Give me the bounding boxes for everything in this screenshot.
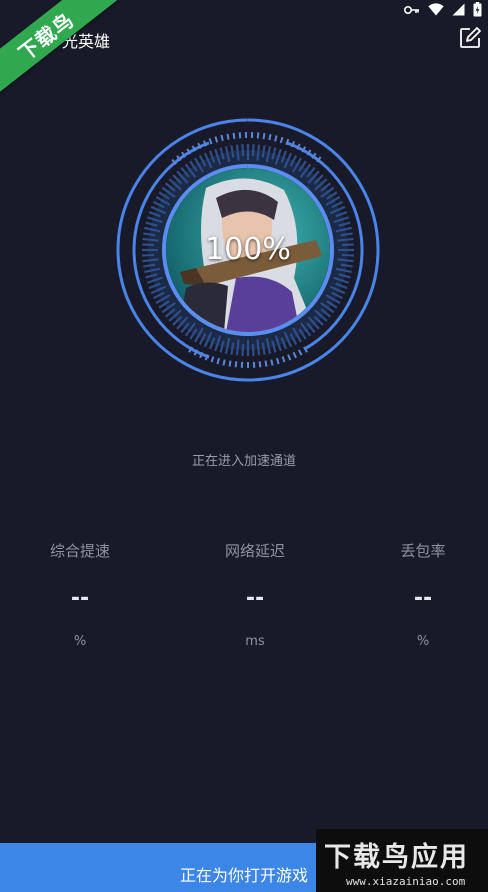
outer-tick — [258, 361, 262, 368]
inner-tick — [241, 144, 245, 157]
outer-tick — [210, 356, 215, 363]
stat-unit: ms — [245, 634, 265, 649]
outer-tick — [264, 360, 268, 367]
core-tick — [335, 267, 343, 271]
outer-tick — [268, 133, 272, 141]
core-tick — [227, 155, 231, 163]
inner-tick — [251, 144, 255, 157]
stat-speed-boost: 综合提速 -- % — [15, 540, 145, 649]
progress-percent: 100% — [205, 232, 291, 267]
outer-tick — [270, 359, 274, 366]
outer-tick — [279, 136, 284, 144]
edit-button[interactable] — [458, 26, 482, 50]
stat-label: 综合提速 — [49, 542, 110, 560]
outer-tick — [222, 359, 226, 366]
edit-icon — [460, 27, 481, 48]
stat-unit: % — [416, 634, 430, 649]
stat-label: 丢包率 — [400, 542, 446, 560]
watermark-badge: 下载鸟应用 www.xiazainiao.com — [316, 829, 488, 892]
connection-status-text: 正在进入加速通道 — [191, 454, 296, 469]
stat-latency: 网络延迟 -- ms — [190, 540, 320, 649]
wifi-icon — [428, 3, 444, 16]
core-tick — [265, 155, 269, 163]
outer-tick — [256, 132, 260, 139]
speed-dial: 100% — [116, 118, 380, 382]
outer-tick — [281, 356, 286, 363]
outer-tick — [228, 360, 232, 367]
open-game-label: 正在为你打开游戏 — [180, 866, 309, 885]
outer-tick — [292, 351, 297, 359]
stat-unit: % — [73, 634, 87, 649]
inner-tick — [251, 343, 255, 356]
battery-icon — [473, 2, 482, 17]
stat-value: -- — [245, 586, 265, 611]
inner-tick — [241, 343, 245, 356]
outer-tick — [234, 361, 238, 368]
outer-tick — [274, 135, 278, 142]
core-tick — [236, 154, 240, 161]
core-tick — [256, 339, 260, 346]
outer-tick — [297, 349, 303, 356]
stat-value: -- — [413, 586, 433, 611]
core-tick — [227, 337, 231, 345]
outer-tick — [226, 133, 230, 140]
watermark-url: www.xiazainiao.com — [346, 875, 466, 888]
outer-tick — [214, 136, 219, 143]
stat-label: 网络延迟 — [224, 542, 285, 560]
key-icon — [404, 5, 419, 14]
outer-tick — [216, 357, 220, 365]
watermark-title: 下载鸟应用 — [324, 842, 469, 873]
outer-tick — [262, 133, 266, 140]
signal-icon — [452, 3, 465, 16]
status-icons — [404, 2, 482, 17]
outer-tick — [276, 357, 280, 365]
core-tick — [153, 267, 161, 271]
stat-packet-loss: 丢包率 -- % — [358, 540, 488, 649]
outer-tick — [208, 138, 213, 145]
stat-value: -- — [70, 586, 90, 611]
outer-tick — [232, 132, 236, 139]
outer-tick — [287, 354, 292, 361]
core-tick — [236, 339, 240, 346]
core-tick — [265, 337, 269, 345]
outer-tick — [220, 134, 224, 142]
core-tick — [256, 154, 260, 161]
